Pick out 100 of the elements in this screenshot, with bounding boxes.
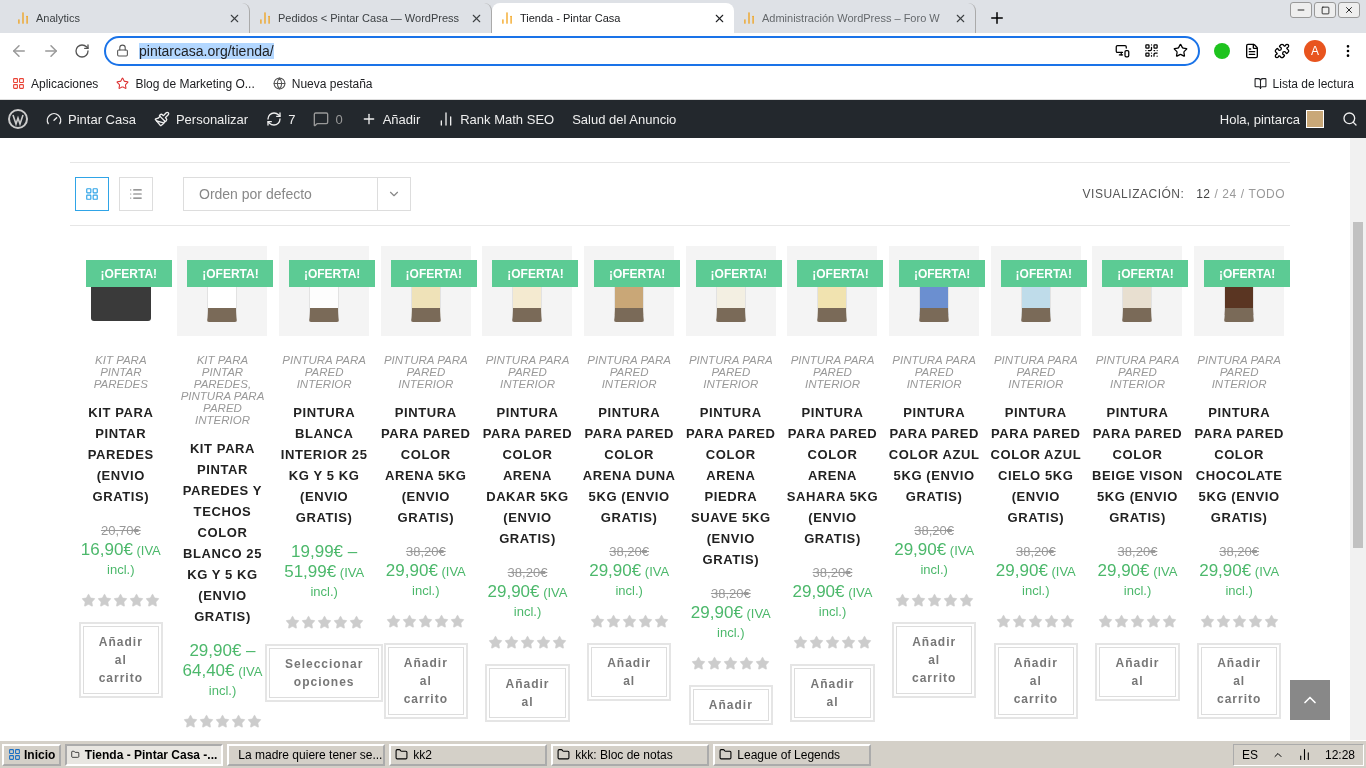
star-icon (857, 635, 872, 650)
updates-link[interactable]: 7 (266, 111, 296, 127)
sale-badge: ¡OFERTA! (187, 260, 274, 287)
star-icon (910, 593, 926, 608)
add-to-cart-button[interactable]: Añadir al carrito (892, 622, 977, 698)
per-page-link[interactable]: 12 (1196, 187, 1211, 201)
separator-text: / (1214, 187, 1219, 201)
close-window-button[interactable] (1338, 2, 1360, 18)
star-icon (1162, 614, 1177, 629)
star-icon (739, 656, 755, 671)
star-icon (231, 714, 246, 729)
taskbar-button[interactable]: kkk: Bloc de notas (551, 743, 710, 766)
sort-select[interactable]: Orden por defecto (183, 177, 411, 211)
add-to-cart-button[interactable]: Añadir al carrito (993, 643, 1078, 719)
product-price: 29,90€ (IVA incl.) (792, 585, 873, 619)
product-title-link[interactable]: KIT PARA PINTAR PAREDES (ENVIO GRATIS) (74, 402, 168, 507)
refresh-icon (266, 111, 283, 127)
star-icon (1114, 614, 1129, 629)
star-icon (183, 714, 198, 729)
customize-link[interactable]: Personalizar (153, 111, 249, 127)
add-to-cart-button[interactable]: Añadir al (790, 664, 875, 722)
extensions-icon[interactable] (1274, 42, 1290, 59)
site-favicon-icon (258, 11, 272, 25)
product-title-link[interactable]: PINTURA BLANCA INTERIOR 25 KG Y 5 KG (ENVIO GRATIS) (277, 402, 371, 528)
star-icon (1215, 614, 1231, 629)
browser-tab[interactable]: Tienda - Pintar Casa (492, 3, 734, 33)
site-name-link[interactable]: Pintar Casa (46, 111, 136, 127)
product-price: 29,90€ (IVA incl.) (589, 564, 670, 598)
star-icon (926, 593, 942, 608)
extension-icon[interactable] (1244, 42, 1260, 59)
site-favicon-icon (742, 11, 756, 25)
site-favicon-icon (500, 11, 514, 25)
comment-icon (313, 111, 330, 127)
lock-icon (116, 44, 129, 57)
star-icon (691, 656, 707, 671)
profile-avatar[interactable]: A (1304, 39, 1326, 62)
add-to-cart-button[interactable]: Añadir al carrito (1197, 643, 1282, 719)
new-content-link[interactable]: Añadir (360, 111, 421, 127)
product-title-link[interactable]: KIT PARA PINTAR PAREDES Y TECHOS COLOR BLANCO 25 KG Y 5 KG (ENVIO GRATIS) (175, 438, 270, 627)
product-title-link[interactable]: PINTURA PARA PARED COLOR BEIGE VISON 5KG (ENVIO GRATIS) (1090, 402, 1185, 528)
product-title-link[interactable]: PINTURA PARA PARED COLOR ARENA 5KG (ENVIO GRATIS) (379, 402, 473, 528)
account-link[interactable]: Hola, pintarca (1219, 110, 1324, 128)
add-to-cart-button[interactable]: Seleccionar opciones (264, 644, 384, 702)
comments-link[interactable]: 0 (313, 111, 343, 127)
old-price: 38,20€ (506, 564, 549, 582)
reading-list-link[interactable]: Lista de lectura (1253, 76, 1354, 91)
grid-view-button[interactable] (75, 177, 109, 211)
bookmark-link[interactable]: Nueva pestaña (272, 76, 373, 91)
sale-badge: ¡OFERTA! (85, 260, 172, 287)
clock-text: 12:28 (1324, 747, 1355, 762)
ads-health-link[interactable]: Salud del Anuncio (572, 111, 677, 127)
add-to-cart-button[interactable]: Añadir (688, 685, 773, 725)
product-price: 19,99€ – 51,99€ (IVA incl.) (284, 545, 365, 599)
seo-link[interactable]: Rank Math SEO (438, 111, 555, 127)
bookmark-link[interactable]: Aplicaciones (12, 76, 99, 91)
sale-badge: ¡OFERTA! (390, 260, 477, 287)
product-title-link[interactable]: PINTURA PARA PARED COLOR ARENA DUNA 5KG (ENVIO GRATIS) (582, 402, 676, 528)
product-title-link[interactable]: PINTURA PARA PARED COLOR ARENA DAKAR 5KG (ENVIO GRATIS) (480, 402, 575, 549)
star-icon (113, 593, 129, 608)
reload-icon[interactable] (74, 42, 90, 59)
star-icon (129, 593, 145, 608)
address-field[interactable]: pintarcasa.org/tienda/ (104, 35, 1200, 66)
start-button[interactable]: Inicio (2, 743, 62, 766)
bookmark-link[interactable]: Blog de Marketing O... (116, 76, 255, 91)
star-icon (247, 714, 262, 729)
add-to-cart-button[interactable]: Añadir al carrito (383, 643, 468, 719)
sale-badge: ¡OFERTA! (797, 260, 884, 287)
cast-icon[interactable] (1115, 43, 1130, 58)
qr-code-icon[interactable] (1144, 43, 1159, 58)
signal-icon (1297, 748, 1311, 761)
product-title-link[interactable]: PINTURA PARA PARED COLOR ARENA PIEDRA SUAVE 5KG (ENVIO GRATIS) (684, 402, 778, 570)
paintbrush-icon (153, 111, 170, 127)
taskbar-button[interactable]: Tienda - Pintar Casa -... (65, 743, 224, 766)
star-icon (418, 614, 434, 629)
product-title-link[interactable]: PINTURA PARA PARED COLOR CHOCOLATE 5KG (ENVIO GRATIS) (1192, 402, 1286, 528)
add-to-cart-button[interactable]: Añadir al (485, 664, 570, 722)
star-icon (1028, 614, 1044, 629)
old-price: 38,20€ (709, 585, 752, 603)
apps-grid-icon (12, 77, 25, 90)
gauge-icon (46, 111, 62, 127)
minimize-button[interactable] (1290, 2, 1312, 18)
taskbar-button[interactable]: kk2 (389, 743, 548, 766)
product-title-link[interactable]: PINTURA PARA PARED COLOR AZUL 5KG (ENVIO GRATIS) (887, 402, 981, 507)
star-icon (434, 614, 450, 629)
search-icon[interactable] (1342, 111, 1358, 127)
add-to-cart-button[interactable]: Añadir al (587, 643, 672, 701)
add-to-cart-button[interactable]: Añadir al (1095, 643, 1180, 701)
add-to-cart-button[interactable]: Añadir al carrito (78, 622, 163, 698)
taskbar-button[interactable]: League of Legends (713, 743, 872, 766)
star-icon (996, 614, 1012, 629)
new-tab-icon[interactable] (988, 9, 1006, 27)
product-title-link[interactable]: PINTURA PARA PARED COLOR AZUL CIELO 5KG (ENVIO GRATIS) (989, 402, 1083, 528)
star-icon (97, 593, 113, 608)
product-price: 29,90€ – 64,40€ (IVA incl.) (182, 644, 263, 698)
star-icon (589, 614, 605, 629)
bookmark-star-icon[interactable] (1173, 43, 1188, 58)
product-title-link[interactable]: PINTURA PARA PARED COLOR ARENA SAHARA 5KG (ENVIO GRATIS) (785, 402, 880, 549)
star-icon (825, 635, 840, 650)
product-price: 29,90€ (IVA incl.) (690, 606, 771, 640)
taskbar-button[interactable]: La madre quiere tener se... (227, 743, 386, 766)
